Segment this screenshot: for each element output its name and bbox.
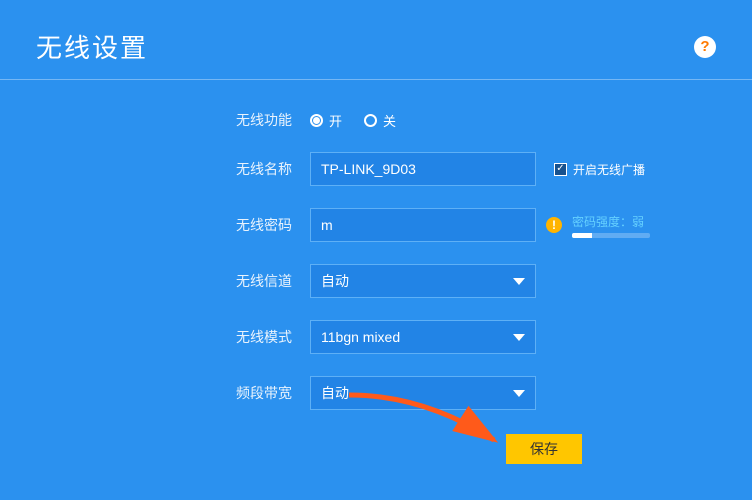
help-icon[interactable]: ? [694,36,716,58]
radio-on[interactable]: 开 [310,111,342,130]
row-channel: 无线信道 自动 [0,264,752,298]
chevron-down-icon [513,390,525,397]
row-mode: 无线模式 11bgn mixed [0,320,752,354]
chevron-down-icon [513,278,525,285]
password-strength: 密码强度：弱 [572,213,650,238]
bandwidth-value: 自动 [321,383,349,403]
label-password: 无线密码 [0,215,310,235]
chevron-down-icon [513,334,525,341]
row-wireless-function: 无线功能 开 关 [0,110,752,130]
radio-off[interactable]: 关 [364,111,396,130]
label-channel: 无线信道 [0,271,310,291]
password-strength-bar [572,233,650,238]
row-ssid: 无线名称 ✓ 开启无线广播 [0,152,752,186]
password-strength-fill [572,233,592,238]
warning-icon: ! [546,217,562,233]
broadcast-label: 开启无线广播 [573,161,645,178]
password-input[interactable] [310,208,536,242]
radio-on-dot [310,114,323,127]
row-password: 无线密码 ! 密码强度：弱 [0,208,752,242]
ssid-input[interactable] [310,152,536,186]
channel-value: 自动 [321,271,349,291]
broadcast-checkbox[interactable]: ✓ [554,163,567,176]
broadcast-option: ✓ 开启无线广播 [554,161,645,178]
password-strength-label: 密码强度：弱 [572,213,650,230]
radio-off-dot [364,114,377,127]
page-title: 无线设置 [36,28,148,65]
radio-off-label: 关 [383,111,396,130]
channel-select[interactable]: 自动 [310,264,536,298]
page-header: 无线设置 ? [0,0,752,80]
radio-on-label: 开 [329,111,342,130]
row-bandwidth: 频段带宽 自动 [0,376,752,410]
save-button[interactable]: 保存 [506,434,582,464]
mode-value: 11bgn mixed [321,329,400,345]
mode-select[interactable]: 11bgn mixed [310,320,536,354]
label-wireless-function: 无线功能 [0,110,310,130]
label-ssid: 无线名称 [0,159,310,179]
label-mode: 无线模式 [0,327,310,347]
bandwidth-select[interactable]: 自动 [310,376,536,410]
label-bandwidth: 频段带宽 [0,383,310,403]
wireless-settings-form: 无线功能 开 关 无线名称 ✓ 开启无线广播 无线密码 ! [0,80,752,410]
